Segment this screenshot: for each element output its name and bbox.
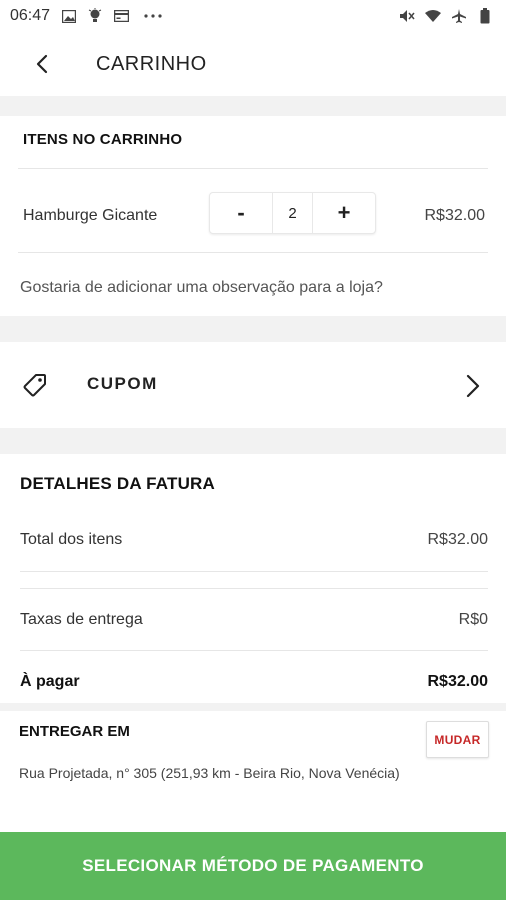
coupon-label: CUPOM bbox=[87, 374, 158, 393]
status-time: 06:47 bbox=[10, 7, 51, 24]
section-gap bbox=[0, 316, 506, 342]
items-total-label: Total dos itens bbox=[20, 531, 123, 548]
change-address-button[interactable]: MUDAR bbox=[426, 721, 489, 758]
divider bbox=[20, 650, 488, 651]
select-payment-method-button[interactable]: SELECIONAR MÉTODO DE PAGAMENTO bbox=[0, 832, 506, 900]
quantity-stepper: - 2 + bbox=[209, 192, 376, 234]
items-total-value: R$32.00 bbox=[427, 531, 489, 548]
section-gap bbox=[0, 703, 506, 711]
app-header: CARRINHO bbox=[0, 32, 506, 96]
coupon-row[interactable]: CUPOM bbox=[0, 342, 506, 428]
delivery-fee-value: R$0 bbox=[458, 611, 488, 628]
battery-icon bbox=[476, 8, 494, 24]
divider bbox=[20, 588, 488, 589]
divider bbox=[18, 252, 488, 253]
mute-icon bbox=[398, 8, 416, 24]
divider bbox=[20, 571, 488, 572]
arrow-left-icon bbox=[36, 54, 48, 74]
image-icon bbox=[60, 8, 78, 24]
delivery-section-title: ENTREGAR EM bbox=[19, 723, 130, 740]
amount-due-label: À pagar bbox=[20, 673, 80, 690]
more-dots-icon bbox=[144, 8, 162, 24]
invoice-section-title: DETALHES DA FATURA bbox=[20, 474, 215, 493]
back-button[interactable] bbox=[22, 44, 62, 84]
cart-item-name: Hamburge Gicante bbox=[23, 207, 158, 224]
chevron-right-icon bbox=[466, 374, 480, 398]
status-bar: 06:47 bbox=[0, 0, 506, 32]
wifi-icon bbox=[424, 8, 442, 24]
cart-item-price: R$32.00 bbox=[424, 207, 486, 224]
add-note-link[interactable]: Gostaria de adicionar uma observação par… bbox=[20, 279, 383, 297]
delivery-address: Rua Projetada, n° 305 (251,93 km - Beira… bbox=[19, 765, 400, 781]
delivery-fee-label: Taxas de entrega bbox=[20, 611, 143, 628]
items-section-title: ITENS NO CARRINHO bbox=[23, 131, 183, 148]
section-gap bbox=[0, 96, 506, 116]
card-icon bbox=[112, 8, 130, 24]
divider bbox=[18, 168, 488, 169]
section-gap bbox=[0, 428, 506, 454]
decrease-quantity-button[interactable]: - bbox=[210, 193, 272, 233]
quantity-value: 2 bbox=[272, 193, 313, 233]
page-title: CARRINHO bbox=[96, 52, 207, 75]
amount-due-value: R$32.00 bbox=[427, 673, 489, 690]
tag-icon bbox=[23, 374, 46, 397]
increase-quantity-button[interactable]: + bbox=[313, 193, 375, 233]
bulb-icon bbox=[86, 8, 104, 24]
airplane-icon bbox=[450, 8, 468, 24]
